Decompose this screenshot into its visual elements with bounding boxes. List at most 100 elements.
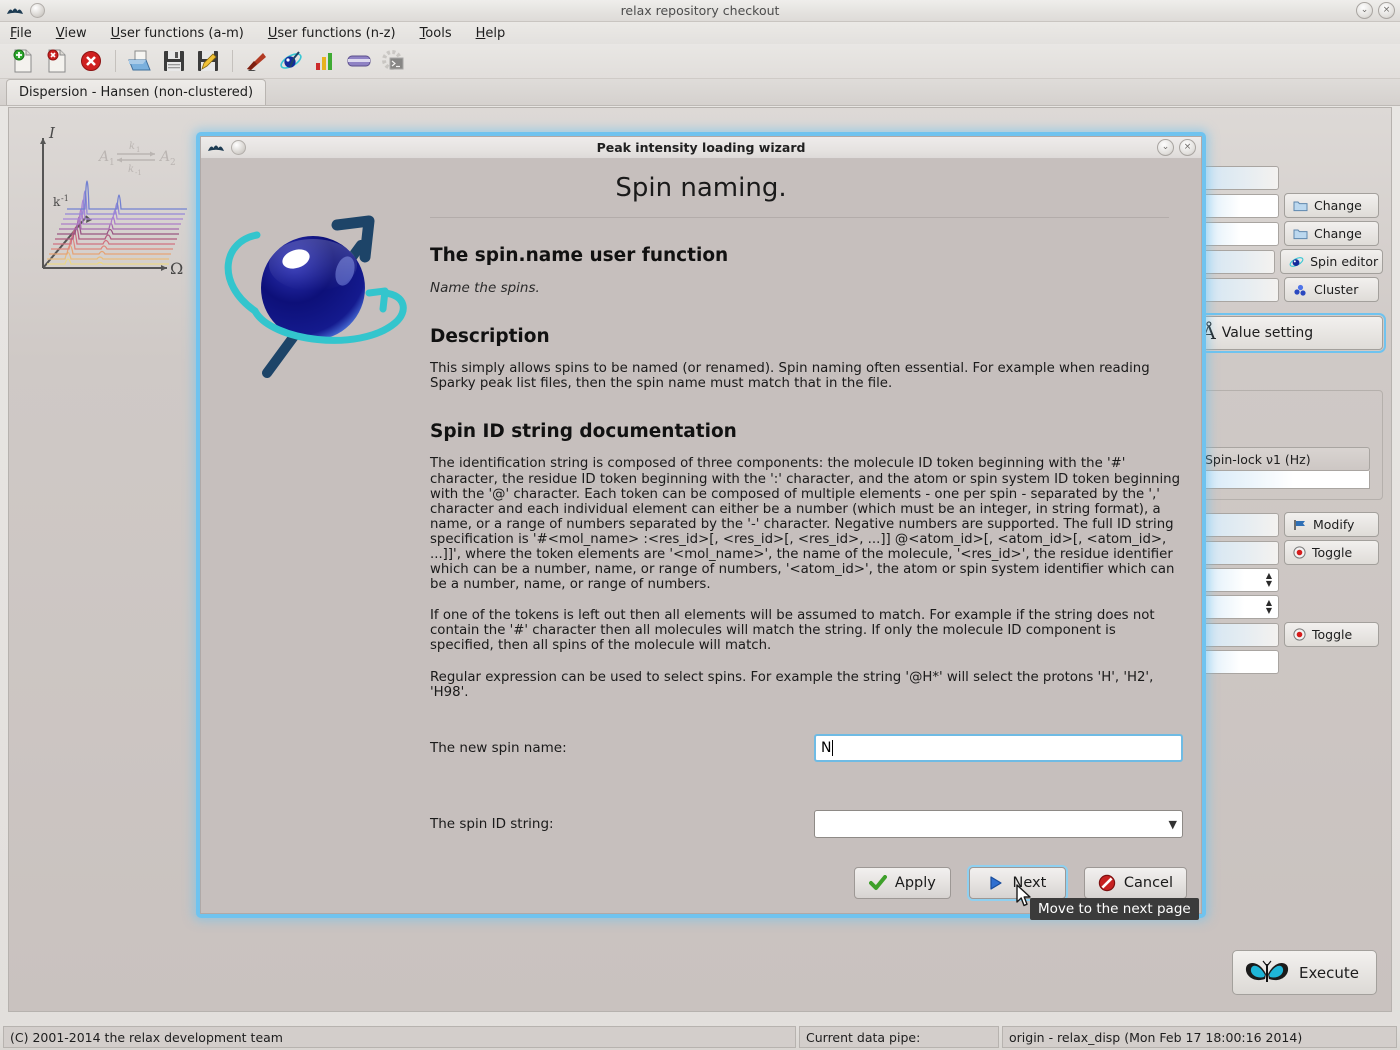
cluster-button[interactable]: Cluster [1284,277,1379,302]
control-row-9: Toggle [1193,622,1383,647]
apply-button[interactable]: Apply [854,867,951,899]
spinner-arrows-icon[interactable]: ▲▼ [1263,597,1275,617]
statusbar-copyright: (C) 2001-2014 the relax development team [3,1026,796,1048]
menu-user-functions-nz[interactable]: User functions (n-z) [266,25,398,42]
spin-id-heading: Spin ID string documentation [430,421,1183,442]
menubar: File View User functions (a-m) User func… [0,22,1400,44]
control-row-0 [1193,166,1383,190]
tab-dispersion-hansen[interactable]: Dispersion - Hansen (non-clustered) [6,79,266,105]
window-titlebar: relax repository checkout ⌄ × [0,0,1400,22]
spin-lock-field[interactable] [1200,471,1370,489]
menu-file-label: ile [17,26,32,41]
spin-name-row: The new spin name: N [430,733,1183,763]
results-viewer-icon[interactable] [310,47,340,75]
menu-file[interactable]: File [8,25,34,42]
value-setting-button[interactable]: Å Value setting [1193,316,1383,350]
change-button-1[interactable]: Change [1284,193,1379,218]
svg-text:k: k [128,164,134,175]
toggle-button-1[interactable]: Toggle [1284,540,1379,565]
spin-id-combobox[interactable]: ▼ [814,810,1183,838]
menu-view[interactable]: View [54,25,89,42]
relax-main-window: relax repository checkout ⌄ × File View … [0,0,1400,1050]
change-button-2[interactable]: Change [1284,221,1379,246]
window-minimize-button[interactable]: ⌄ [1356,2,1373,19]
spin-lock-group: Spin-lock ν1 (Hz) [1193,390,1383,500]
data-pipe-editor-icon[interactable] [344,47,374,75]
svg-text:A: A [158,149,170,165]
dialog-close-button[interactable]: × [1179,139,1196,156]
dialog-titlebar: Peak intensity loading wizard ⌄ × [201,137,1201,159]
close-analysis-icon[interactable] [42,47,72,75]
menu-user-functions-am[interactable]: User functions (a-m) [109,25,246,42]
radio-icon [1293,546,1306,559]
cancel-button[interactable]: Cancel [1084,867,1187,899]
spin-id-paragraph-3: Regular expression can be used to select… [430,670,1183,700]
svg-text:1: 1 [136,146,140,154]
spin-name-input-value: N [821,740,831,756]
control-row-8: ▲▼ [1193,595,1383,619]
spin-viewer-icon[interactable] [276,47,306,75]
execute-button[interactable]: Execute [1232,950,1377,995]
dialog-form: The new spin name: N The spin ID string:… [430,733,1183,839]
analysis-tabstrip: Dispersion - Hansen (non-clustered) [0,79,1400,106]
execute-area: Execute [1232,950,1377,995]
toggle-button-2[interactable]: Toggle [1284,622,1379,647]
save-as-icon[interactable] [193,47,223,75]
check-icon [869,875,887,891]
change-button-1-label: Change [1314,198,1362,213]
open-state-icon[interactable] [125,47,155,75]
toolbar [0,44,1400,79]
menu-help-label: elp [485,26,505,41]
cluster-button-label: Cluster [1314,282,1358,297]
statusbar-pipe-value: origin - relax_disp (Mon Feb 17 18:00:16… [1002,1026,1397,1048]
spin-icon [1289,255,1304,269]
folder-icon [1293,200,1308,212]
menu-tools-label: ools [425,26,451,41]
cancel-button-label: Cancel [1124,875,1173,891]
relax-logo-icon [6,5,24,17]
relax-prompt-icon[interactable] [242,47,272,75]
statusbar: (C) 2001-2014 the relax development team… [0,1024,1400,1050]
peak-intensity-wizard-dialog: Peak intensity loading wizard ⌄ × [200,136,1202,914]
relax-controller-icon[interactable] [378,47,408,75]
control-row-6: Toggle [1193,540,1383,565]
flag-icon [1293,519,1307,531]
menu-uf-nz-label: ser functions (n-z) [277,26,395,41]
spin-lock-label: Spin-lock ν1 (Hz) [1200,447,1370,471]
control-row-2: Change [1193,221,1383,246]
modify-button[interactable]: Modify [1284,512,1379,537]
dialog-heading-divider [430,217,1169,218]
menu-help[interactable]: Help [474,25,508,42]
save-state-icon[interactable] [159,47,189,75]
control-row-3: Spin editor [1193,249,1383,274]
dialog-content: The spin.name user function Name the spi… [430,235,1183,700]
spin-id-label: The spin ID string: [430,816,814,832]
spin-id-paragraph-2: If one of the tokens is left out then al… [430,608,1183,653]
dialog-minimize-button[interactable]: ⌄ [1157,139,1174,156]
next-button-tooltip: Move to the next page [1030,898,1199,920]
spin-name-input[interactable]: N [814,734,1183,762]
dialog-title: Peak intensity loading wizard [201,140,1201,155]
execute-button-label: Execute [1299,964,1359,982]
new-analysis-icon[interactable] [8,47,38,75]
spin-editor-button[interactable]: Spin editor [1280,249,1383,274]
butterfly-icon [1243,958,1291,988]
window-close-button[interactable]: × [1378,2,1395,19]
value-setting-button-label: Value setting [1222,325,1313,341]
description-text: This simply allows spins to be named (or… [430,361,1183,391]
spin-name-label: The new spin name: [430,740,814,756]
chevron-down-icon[interactable]: ▼ [1169,818,1177,831]
control-row-7: ▲▼ [1193,568,1383,592]
toolbar-separator-1 [115,50,116,72]
window-title: relax repository checkout [0,3,1400,18]
menu-tools[interactable]: Tools [418,25,454,42]
radio-icon [1293,628,1306,641]
svg-text:k: k [53,195,61,209]
svg-text:1: 1 [109,158,115,168]
svg-text:k: k [129,141,135,152]
spinner-arrows-icon[interactable]: ▲▼ [1263,570,1275,590]
close-all-analyses-icon[interactable] [76,47,106,75]
titlebar-system-icon [30,3,45,18]
dialog-window-buttons: ⌄ × [1157,139,1196,156]
value-setting-row: Å Value setting [1193,316,1383,350]
